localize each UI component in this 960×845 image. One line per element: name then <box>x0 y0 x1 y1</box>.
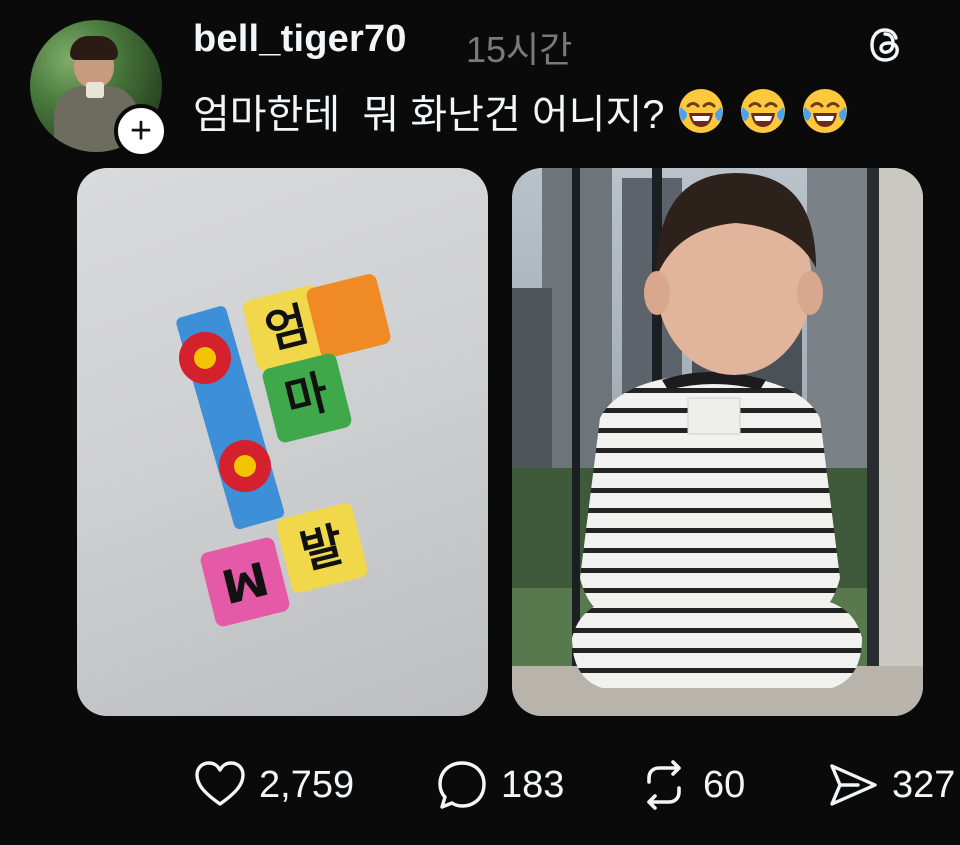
comment-count: 183 <box>501 763 565 806</box>
post-actions-bar: 2,759 183 60 327 <box>0 758 960 818</box>
threads-logo-icon[interactable] <box>862 21 910 69</box>
baby-at-window-photo[interactable] <box>512 168 923 716</box>
tears-of-joy-emoji-icon <box>740 89 785 133</box>
like-count: 2,759 <box>259 763 355 806</box>
heart-icon <box>195 761 245 806</box>
follow-plus-button[interactable]: + <box>114 104 168 158</box>
comment-button[interactable]: 183 <box>435 758 564 812</box>
repost-button[interactable]: 60 <box>637 758 745 812</box>
tears-of-joy-emoji-icon <box>802 89 847 133</box>
caption-text: 엄마한테 뭐 화난건 어니지? <box>193 93 665 137</box>
post-timestamp: 15시간 <box>466 29 573 70</box>
toy-blocks-photo[interactable]: 엄 마 발 M <box>77 168 488 716</box>
post-caption: 엄마한테 뭐 화난건 어니지? <box>193 82 851 140</box>
toy-blocks-illustration: 엄 마 발 M <box>176 274 391 627</box>
share-button[interactable]: 327 <box>826 758 955 812</box>
caption-emojis <box>675 85 851 137</box>
paper-plane-icon <box>830 764 877 806</box>
repost-arrows-icon <box>647 760 681 810</box>
repost-count: 60 <box>703 763 746 806</box>
avatar-cup <box>86 82 104 98</box>
speech-bubble-icon <box>438 761 486 809</box>
like-button[interactable]: 2,759 <box>193 758 354 812</box>
share-count: 327 <box>892 763 956 806</box>
avatar-person-hair <box>70 36 118 60</box>
profile-avatar[interactable]: + <box>30 20 168 158</box>
username[interactable]: bell_tiger70 <box>193 18 407 61</box>
tears-of-joy-emoji-icon <box>678 89 723 133</box>
baby-window-illustration <box>512 168 923 716</box>
